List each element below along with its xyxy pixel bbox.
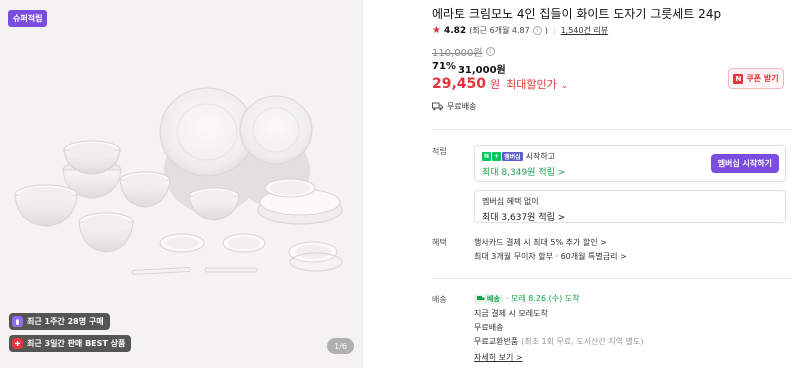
free-return-label: 무료교환반품 (474, 337, 519, 346)
delivery-section-label: 배송 (432, 295, 447, 304)
points-section-label: 적립 (432, 147, 447, 156)
delivery-arrival-row: 배송 · 모레 8.26.(수) 도착 (474, 293, 579, 304)
delivery-tag: 배송 (474, 293, 503, 304)
nonmember-title: 멤버십 혜택 없이 (482, 197, 539, 206)
info-icon[interactable]: i (532, 26, 542, 35)
membership-max-points[interactable]: 최대 8,349원 적립 > (482, 165, 565, 178)
delivery-free: 무료배송 (474, 323, 504, 332)
super-points-badge: 슈퍼적립 (8, 10, 48, 27)
image-pager[interactable]: 1/6 (327, 338, 354, 354)
final-price-row[interactable]: 29,450 원 최대할인가 ⌄ (432, 76, 568, 92)
product-info: 에라토 크림모노 4인 집들이 화이트 도자기 그릇세트 24p ★ 4.82 … (432, 0, 792, 368)
rating-detail: (최근 6개월 4.87 (469, 26, 530, 35)
installment-link[interactable]: 최대 3개월 무이자 할부 · 60개월 특별금리 > (474, 251, 627, 262)
card-discount-link[interactable]: 행사카드 결제 시 최대 5% 추가 할인 > (474, 237, 607, 248)
section-divider (432, 278, 792, 279)
final-price-unit: 원 (490, 78, 501, 91)
shipping-row: 무료배송 (432, 101, 476, 112)
coupon-button[interactable]: N 쿠폰 받기 (728, 68, 784, 89)
truck-icon (432, 102, 443, 111)
weekly-purchase-pill: ▮ 최근 1주간 28명 구매 (9, 313, 110, 330)
discount-percent: 71% (432, 61, 456, 72)
delivery-tag-text: 배송 (487, 294, 500, 303)
arrival-date: · 모레 8.26.(수) 도착 (505, 294, 580, 303)
discount-price: 31,000원 (457, 65, 506, 76)
best-seller-pill: ✚ 최근 3일간 판매 BEST 상품 (9, 335, 132, 352)
section-divider (432, 129, 792, 130)
membership-row: N + 멤버십 시작하고 (482, 151, 555, 162)
membership-max-value: 8,349원 적립 > (501, 168, 566, 178)
start-membership-button[interactable]: 멤버십 시작하기 (710, 154, 779, 173)
gift-icon: ✚ (12, 338, 23, 349)
coupon-button-label: 쿠폰 받기 (746, 74, 779, 83)
star-icon: ★ (432, 25, 441, 36)
rating-detail-close: ) (544, 26, 548, 35)
weekly-purchase-text: 최근 1주간 28명 구매 (27, 317, 104, 326)
free-return-row: 무료교환반품 (최초 1회 무료, 도서산간 지역 별도) (474, 336, 643, 347)
product-title: 에라토 크림모노 4인 집들이 화이트 도자기 그릇세트 24p (432, 7, 722, 21)
final-price: 29,450 (432, 76, 487, 92)
rating-score: 4.82 (443, 25, 467, 36)
membership-start-text: 시작하고 (525, 152, 556, 161)
naver-membership-logo: N + 멤버십 (482, 152, 523, 161)
best-seller-text: 최근 3일간 판매 BEST 상품 (27, 339, 126, 348)
membership-points-box: N + 멤버십 시작하고 최대 8,349원 적립 > 멤버십 시작하기 (474, 145, 786, 182)
original-price: 110,000원 (432, 48, 483, 59)
divider-bar: | (552, 26, 556, 35)
chevron-down-icon: ⌄ (560, 81, 569, 91)
benefits-section-label: 혜택 (432, 238, 447, 247)
price-info-icon[interactable]: i (485, 47, 495, 56)
discount-row: 71% 31,000원 (432, 61, 506, 76)
rating-row: ★ 4.82 (최근 6개월 4.87 i) | 1,540건 리뷰 (432, 25, 608, 36)
bag-icon: ▮ (12, 316, 23, 327)
delivery-more-link[interactable]: 자세히 보기 > (474, 352, 523, 363)
membership-max-prefix: 최대 (482, 168, 502, 178)
shipping-label: 무료배송 (447, 102, 477, 111)
delivery-pay-now: 지금 결제 시 모레도착 (474, 309, 548, 318)
original-price-row: 110,000원 i (432, 44, 495, 59)
nonmember-points-box: 멤버십 혜택 없이 최대 3,637원 적립 > (474, 190, 786, 223)
review-count-link[interactable]: 1,540건 리뷰 (561, 25, 609, 36)
max-discount-label: 최대할인가 (506, 78, 557, 91)
nonmember-points-link[interactable]: 최대 3,637원 적립 > (482, 210, 565, 223)
coupon-icon: N (733, 73, 744, 84)
free-return-note: (최초 1회 무료, 도서산간 지역 별도) (521, 337, 644, 346)
delivery-truck-icon (477, 296, 485, 300)
product-image[interactable]: 슈퍼적립 ▮ 최근 1주간 28명 구매 ✚ 최근 3일간 판매 BEST 상품… (0, 0, 363, 368)
